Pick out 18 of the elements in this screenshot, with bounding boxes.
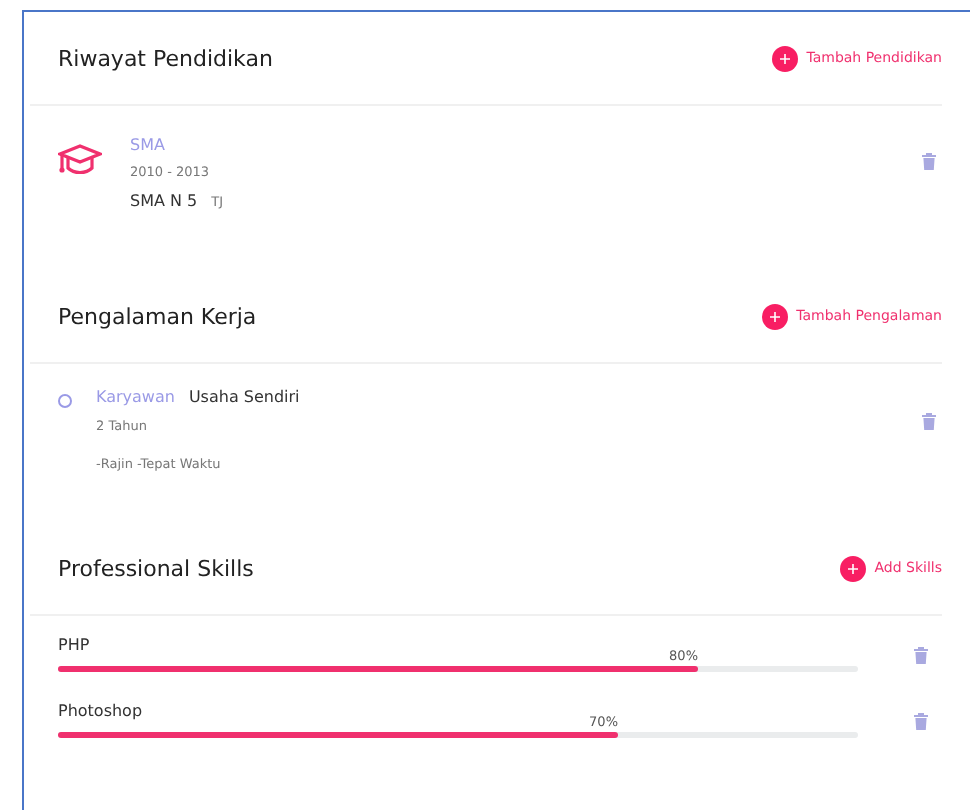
timeline-dot-icon [58,394,72,408]
plus-icon [848,563,859,573]
school-name: SMA N 5 [130,192,198,210]
plus-icon [780,53,791,63]
section-title: Riwayat Pendidikan [58,45,273,71]
plus-icon [770,311,781,321]
company-name: Usaha Sendiri [188,388,300,406]
section-title: Professional Skills [58,555,254,581]
job-position: Karyawan [96,388,175,406]
trash-icon[interactable] [914,712,928,730]
education-level: SMA [130,136,167,154]
trash-icon[interactable] [922,152,936,170]
graduation-cap-icon [58,142,102,178]
skill-name: PHP [58,636,90,654]
trash-icon[interactable] [922,412,936,430]
skill-name: Photoshop [58,702,143,720]
section-title: Pengalaman Kerja [58,303,257,329]
trash-icon[interactable] [914,646,928,664]
